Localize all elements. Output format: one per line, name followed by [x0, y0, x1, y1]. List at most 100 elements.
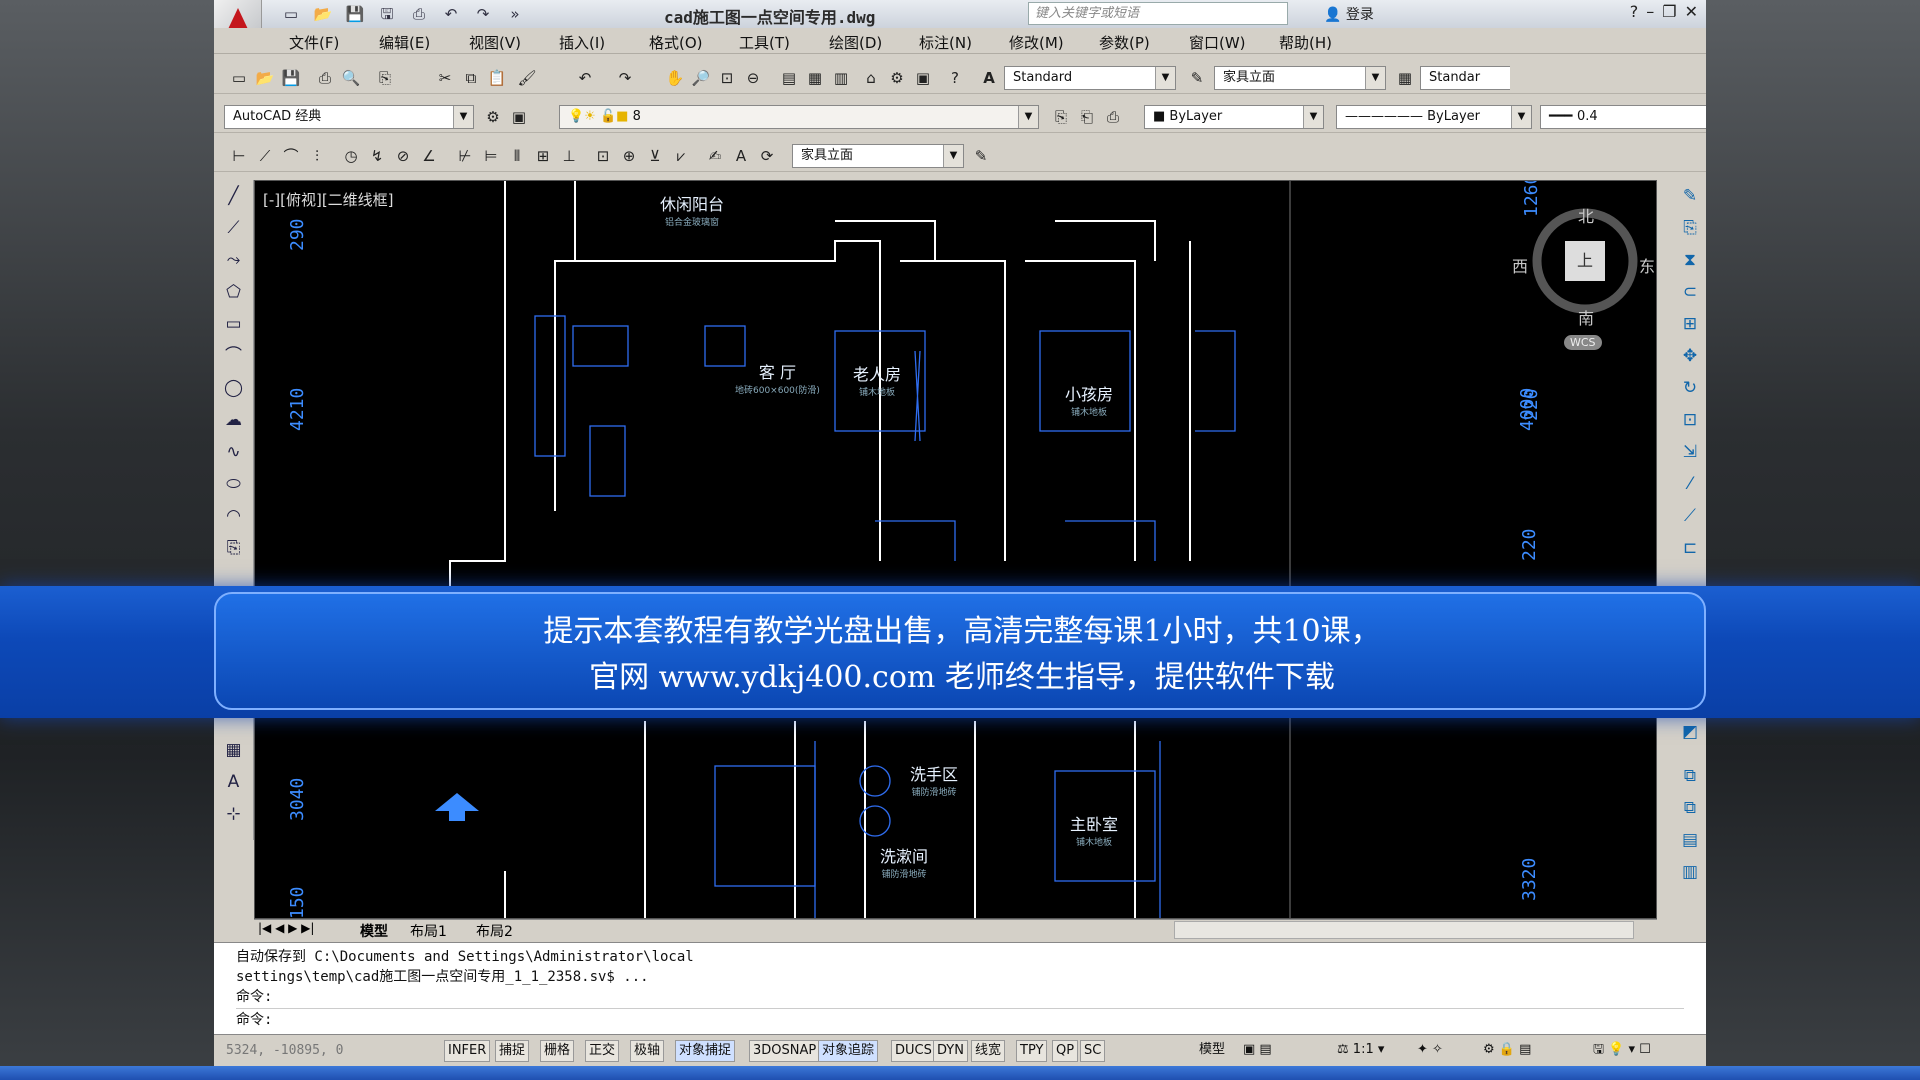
tolerance-icon[interactable]: ⊡ — [592, 146, 614, 166]
toggle-grid[interactable]: 栅格 — [540, 1040, 575, 1062]
chevron-down-icon[interactable]: ▼ — [453, 106, 473, 128]
model-space-button[interactable]: 模型 — [1196, 1040, 1228, 1062]
linetype-select[interactable]: —————— ByLayer ▼ — [1336, 105, 1532, 129]
viewcube-top[interactable]: 上 — [1565, 241, 1605, 281]
mirror-icon[interactable]: ⧗ — [1674, 244, 1706, 276]
ellipse-arc-icon[interactable]: ◠ — [214, 500, 253, 532]
close-icon[interactable]: ✕ — [1685, 2, 1698, 21]
viewcube[interactable]: 北 南 东 西 上 WCS — [1510, 203, 1656, 353]
annotation-visibility-icon[interactable]: ✦ ✧ — [1414, 1040, 1446, 1062]
zoom-icon[interactable]: 🔎 — [690, 68, 712, 88]
chevron-down-icon[interactable]: ▼ — [1365, 67, 1385, 89]
menu-view[interactable]: 视图(V) — [469, 32, 521, 53]
draworder-front-icon[interactable]: ⧉ — [1674, 760, 1706, 792]
menu-format[interactable]: 格式(O) — [649, 32, 703, 53]
dim-style-select-2[interactable]: 家具立面 ▼ — [792, 144, 964, 168]
command-input[interactable]: 命令: — [236, 1008, 1684, 1029]
array-icon[interactable]: ⊞ — [1674, 308, 1706, 340]
pan-icon[interactable]: ✋ — [664, 68, 686, 88]
more-icon[interactable]: » — [504, 4, 526, 24]
tab-nav-arrows[interactable]: |◀ ◀ ▶ ▶| — [258, 921, 314, 935]
workspace-select[interactable]: AutoCAD 经典 ▼ — [224, 105, 474, 129]
toggle-lineweight[interactable]: 线宽 — [971, 1040, 1006, 1062]
erase-icon[interactable]: ✎ — [1674, 180, 1706, 212]
plot-icon[interactable]: ⎙ — [314, 68, 336, 88]
zoom-prev-icon[interactable]: ⊖ — [742, 68, 764, 88]
dim-style-select[interactable]: 家具立面 ▼ — [1214, 66, 1386, 90]
markup-icon[interactable]: ⚙ — [886, 68, 908, 88]
extend-icon[interactable]: ⟋ — [1674, 500, 1706, 532]
copy-object-icon[interactable]: ⎘ — [1674, 212, 1706, 244]
toggle-sc[interactable]: SC — [1080, 1040, 1106, 1062]
toggle-polar[interactable]: 极轴 — [630, 1040, 665, 1062]
saveas-icon[interactable]: 🖫 — [376, 4, 398, 24]
copy-icon[interactable]: ⧉ — [460, 68, 482, 88]
radius-dim-icon[interactable]: ◷ — [340, 146, 362, 166]
toggle-tpy[interactable]: TPY — [1016, 1040, 1048, 1062]
chevron-down-icon[interactable]: ▼ — [1018, 106, 1038, 128]
ellipse-icon[interactable]: ⬭ — [214, 468, 253, 500]
search-input[interactable]: 键入关键字或短语 — [1028, 2, 1288, 25]
compass-north[interactable]: 北 — [1578, 203, 1594, 227]
menu-window[interactable]: 窗口(W) — [1189, 32, 1246, 53]
dim-style-manager-icon[interactable]: ✎ — [970, 146, 992, 166]
open-icon[interactable]: 📂 — [254, 68, 276, 88]
redo-icon[interactable]: ↷ — [472, 4, 494, 24]
compass-east[interactable]: 东 — [1639, 253, 1655, 277]
draworder-above-icon[interactable]: ▤ — [1674, 824, 1706, 856]
draworder-under-icon[interactable]: ▥ — [1674, 856, 1706, 888]
paste-icon[interactable]: 📋 — [486, 68, 508, 88]
zoom-window-icon[interactable]: ⊡ — [716, 68, 738, 88]
undo-icon[interactable]: ↶ — [574, 68, 596, 88]
make-current-icon[interactable]: ⎘ — [1050, 107, 1072, 127]
quick-dim-icon[interactable]: ⊬ — [454, 146, 476, 166]
toggle-snap[interactable]: 捕捉 — [495, 1040, 530, 1062]
menu-help[interactable]: 帮助(H) — [1279, 32, 1332, 53]
workspace-settings-icon[interactable]: ⚙ — [482, 107, 504, 127]
jogged-dim-icon[interactable]: ↯ — [366, 146, 388, 166]
toggle-ortho[interactable]: 正交 — [585, 1040, 620, 1062]
move-icon[interactable]: ✥ — [1674, 340, 1706, 372]
multiline-text-icon[interactable]: A — [214, 766, 253, 798]
login-button[interactable]: 👤 登录 — [1324, 4, 1374, 24]
polyline-icon[interactable]: ⤳ — [214, 244, 253, 276]
drawing-canvas[interactable]: [-][俯视][二维线框] 290 4210 3040 150 1260 400… — [254, 180, 1657, 919]
layer-select[interactable]: 💡☀ 🔓■ 8 ▼ — [559, 105, 1039, 129]
menu-edit[interactable]: 编辑(E) — [379, 32, 430, 53]
tab-layout1[interactable]: 布局1 — [410, 921, 447, 941]
color-select[interactable]: ■ ByLayer ▼ — [1144, 105, 1324, 129]
layer-previous-icon[interactable]: ⎗ — [1076, 107, 1098, 127]
layer-state-icon[interactable]: ⎙ — [1102, 107, 1124, 127]
continue-dim-icon[interactable]: ⫴ — [506, 146, 528, 166]
coordinate-readout[interactable]: 5324, -10895, 0 — [226, 1043, 343, 1058]
print-icon[interactable]: ⎙ — [408, 4, 430, 24]
compass-south[interactable]: 南 — [1578, 305, 1594, 329]
toggle-dyn[interactable]: DYN — [933, 1040, 968, 1062]
polygon-icon[interactable]: ⬠ — [214, 276, 253, 308]
toggle-qp[interactable]: QP — [1052, 1040, 1079, 1062]
rectangle-icon[interactable]: ▭ — [214, 308, 253, 340]
sheet-set-icon[interactable]: ⌂ — [860, 68, 882, 88]
publish-icon[interactable]: ⎘ — [374, 68, 396, 88]
linear-dim-icon[interactable]: ⊢ — [228, 146, 250, 166]
chevron-down-icon[interactable]: ▼ — [1303, 106, 1323, 128]
menu-insert[interactable]: 插入(I) — [559, 32, 605, 53]
lineweight-select[interactable]: ━━━ 0.4 — [1540, 105, 1706, 129]
arc-icon[interactable]: ⌒ — [214, 340, 253, 372]
space-dim-icon[interactable]: ⊞ — [532, 146, 554, 166]
chevron-down-icon[interactable]: ▼ — [1511, 106, 1531, 128]
tab-layout2[interactable]: 布局2 — [476, 921, 513, 941]
compass-west[interactable]: 西 — [1512, 253, 1528, 277]
offset-icon[interactable]: ⊂ — [1674, 276, 1706, 308]
toggle-ducs[interactable]: DUCS — [891, 1040, 936, 1062]
redo-icon[interactable]: ↷ — [614, 68, 636, 88]
rotate-icon[interactable]: ↻ — [1674, 372, 1706, 404]
properties-icon[interactable]: ▤ — [778, 68, 800, 88]
insert-block-icon[interactable]: ⎘ — [214, 532, 253, 564]
dim-edit-icon[interactable]: ✍ — [704, 146, 726, 166]
ordinate-dim-icon[interactable]: ⫶ — [306, 146, 328, 166]
design-center-icon[interactable]: ▦ — [804, 68, 826, 88]
text-style-select[interactable]: Standard ▼ — [1004, 66, 1176, 90]
stretch-icon[interactable]: ⇲ — [1674, 436, 1706, 468]
center-mark-icon[interactable]: ⊕ — [618, 146, 640, 166]
